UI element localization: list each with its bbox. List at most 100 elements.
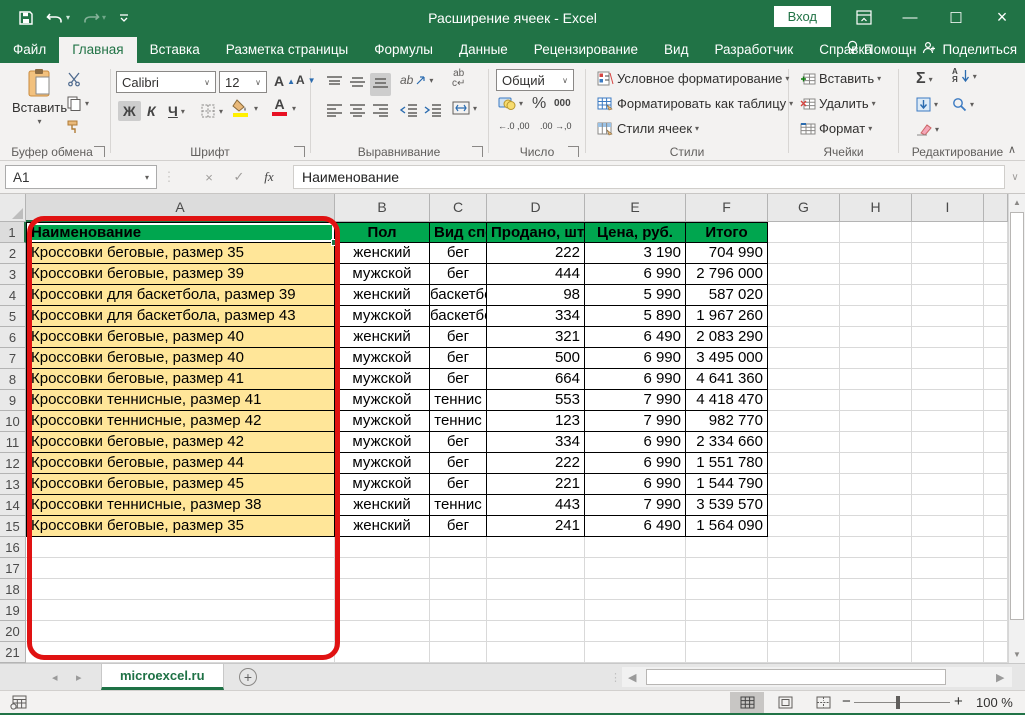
undo-icon[interactable]: ▾ <box>42 9 74 27</box>
cell-D19[interactable] <box>487 600 585 621</box>
cell-D10[interactable]: 123 <box>487 411 585 432</box>
row-header-8[interactable]: 8 <box>0 369 26 390</box>
cell-X6[interactable] <box>984 327 1008 348</box>
cell-I20[interactable] <box>912 621 984 642</box>
cell-I21[interactable] <box>912 642 984 663</box>
cell-F12[interactable]: 1 551 780 <box>686 453 768 474</box>
row-header-3[interactable]: 3 <box>0 264 26 285</box>
cell-B18[interactable] <box>335 579 430 600</box>
name-box[interactable]: A1 ▾ <box>5 165 157 189</box>
format-painter-icon[interactable] <box>66 119 82 135</box>
cell-G20[interactable] <box>768 621 840 642</box>
cell-I14[interactable] <box>912 495 984 516</box>
cell-G17[interactable] <box>768 558 840 579</box>
cell-H10[interactable] <box>840 411 912 432</box>
cell-H18[interactable] <box>840 579 912 600</box>
sheet-next-icon[interactable]: ▸ <box>76 671 82 684</box>
selected-cell-A1[interactable]: Наименование <box>26 222 335 243</box>
grow-font-button[interactable]: А▲ <box>274 73 295 89</box>
cell-B10[interactable]: мужской <box>335 411 430 432</box>
cell-B6[interactable]: женский <box>335 327 430 348</box>
row-header-7[interactable]: 7 <box>0 348 26 369</box>
cell-F17[interactable] <box>686 558 768 579</box>
cell-E2[interactable]: 3 190 <box>585 243 686 264</box>
tab-file[interactable]: Файл <box>0 37 59 63</box>
zoom-slider-thumb[interactable] <box>896 696 900 709</box>
format-as-table-button[interactable]: Форматировать как таблицу▾ <box>597 96 793 111</box>
row-header-18[interactable]: 18 <box>0 579 26 600</box>
tab-view[interactable]: Вид <box>651 37 701 63</box>
cell-E1[interactable]: Цена, руб. <box>585 222 686 243</box>
cell-G12[interactable] <box>768 453 840 474</box>
cell-H3[interactable] <box>840 264 912 285</box>
column-header-G[interactable]: G <box>768 194 840 222</box>
cell-F1[interactable]: Итого <box>686 222 768 243</box>
sheet-prev-icon[interactable]: ◂ <box>52 671 58 684</box>
cell-F20[interactable] <box>686 621 768 642</box>
cell-D13[interactable]: 221 <box>487 474 585 495</box>
cell-H17[interactable] <box>840 558 912 579</box>
cell-I12[interactable] <box>912 453 984 474</box>
share-button[interactable]: Поделиться <box>922 41 1017 58</box>
align-bottom-icon[interactable] <box>370 73 391 96</box>
name-box-dropdown-icon[interactable]: ▾ <box>145 173 149 182</box>
cell-H6[interactable] <box>840 327 912 348</box>
cell-B17[interactable] <box>335 558 430 579</box>
cell-I18[interactable] <box>912 579 984 600</box>
cell-X13[interactable] <box>984 474 1008 495</box>
cell-A21[interactable] <box>26 642 335 663</box>
align-middle-icon[interactable] <box>347 73 368 96</box>
ribbon-display-options-icon[interactable] <box>841 0 887 35</box>
cell-H19[interactable] <box>840 600 912 621</box>
zoom-out-icon[interactable]: − <box>842 693 851 710</box>
font-size-select[interactable]: 12∨ <box>219 71 267 93</box>
cell-G15[interactable] <box>768 516 840 537</box>
tab-scroll-splitter[interactable]: ⋮ <box>610 671 621 684</box>
cell-A16[interactable] <box>26 537 335 558</box>
cell-X7[interactable] <box>984 348 1008 369</box>
cell-B5[interactable]: мужской <box>335 306 430 327</box>
paste-button[interactable]: Вставить▾ <box>12 68 67 126</box>
cell-B19[interactable] <box>335 600 430 621</box>
cell-styles-button[interactable]: Стили ячеек▾ <box>597 121 699 136</box>
cell-B16[interactable] <box>335 537 430 558</box>
cell-F19[interactable] <box>686 600 768 621</box>
clipboard-dialog-launcher-icon[interactable] <box>94 146 105 157</box>
column-header-D[interactable]: D <box>487 194 585 222</box>
align-left-icon[interactable] <box>324 101 345 124</box>
cell-A5[interactable]: Кроссовки для баскетбола, размер 43 <box>26 306 335 327</box>
cell-X3[interactable] <box>984 264 1008 285</box>
zoom-level[interactable]: 100 % <box>976 695 1013 710</box>
cell-D2[interactable]: 222 <box>487 243 585 264</box>
cell-H1[interactable] <box>840 222 912 243</box>
scroll-down-icon[interactable]: ▼ <box>1009 646 1025 663</box>
cell-E4[interactable]: 5 990 <box>585 285 686 306</box>
cell-F6[interactable]: 2 083 290 <box>686 327 768 348</box>
cell-C14[interactable]: теннис <box>430 495 487 516</box>
formula-input[interactable]: Наименование <box>293 165 1005 189</box>
row-header-6[interactable]: 6 <box>0 327 26 348</box>
cell-A13[interactable]: Кроссовки беговые, размер 45 <box>26 474 335 495</box>
cell-I13[interactable] <box>912 474 984 495</box>
cell-B4[interactable]: женский <box>335 285 430 306</box>
cell-I9[interactable] <box>912 390 984 411</box>
cell-C12[interactable]: бег <box>430 453 487 474</box>
row-header-5[interactable]: 5 <box>0 306 26 327</box>
cell-B15[interactable]: женский <box>335 516 430 537</box>
cell-A17[interactable] <box>26 558 335 579</box>
cell-X10[interactable] <box>984 411 1008 432</box>
cell-B13[interactable]: мужской <box>335 474 430 495</box>
cell-G2[interactable] <box>768 243 840 264</box>
cell-H16[interactable] <box>840 537 912 558</box>
comma-style-button[interactable]: 000 <box>554 98 571 109</box>
cell-X4[interactable] <box>984 285 1008 306</box>
row-header-2[interactable]: 2 <box>0 243 26 264</box>
row-header-15[interactable]: 15 <box>0 516 26 537</box>
row-header-21[interactable]: 21 <box>0 642 26 663</box>
fill-color-dropdown[interactable]: ▾ <box>254 104 258 113</box>
cell-D12[interactable]: 222 <box>487 453 585 474</box>
sort-filter-button[interactable]: АЯ ▾ <box>952 68 977 84</box>
italic-button[interactable]: К <box>142 101 161 121</box>
column-header-partial[interactable] <box>984 194 1008 222</box>
collapse-ribbon-icon[interactable]: ∧ <box>1008 143 1016 156</box>
